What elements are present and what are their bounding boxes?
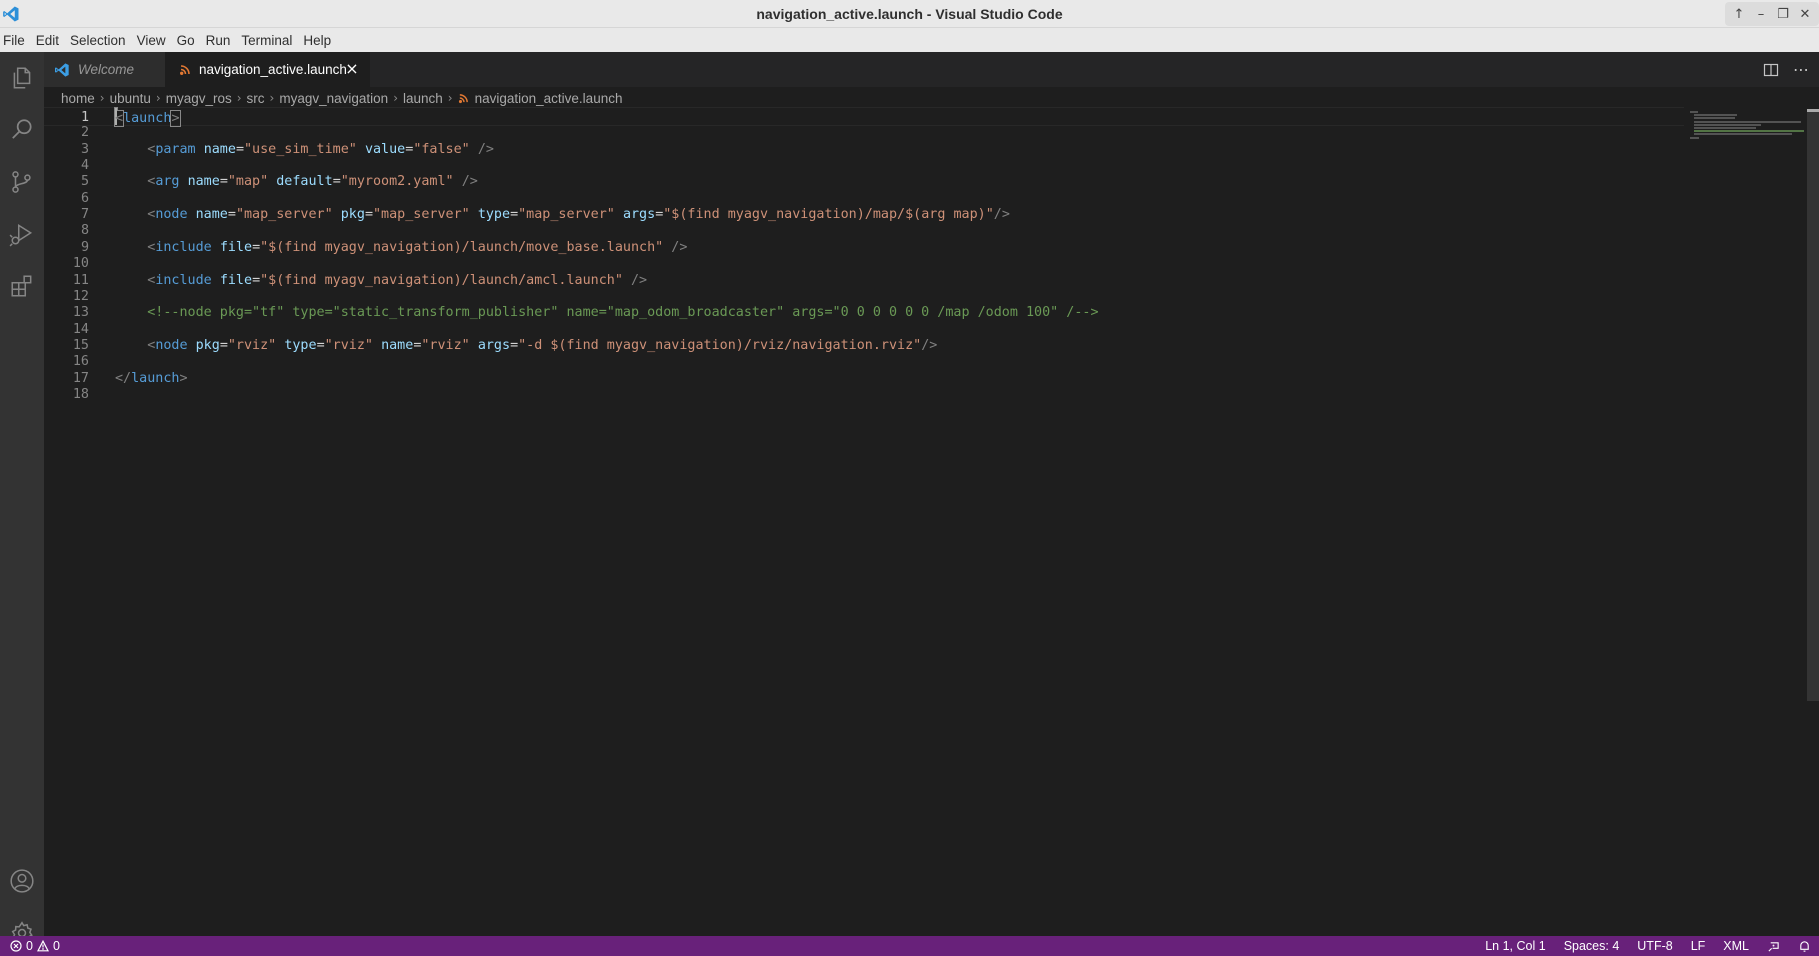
overview-ruler-cursor bbox=[1807, 109, 1819, 112]
menu-run[interactable]: Run bbox=[206, 33, 231, 48]
code-editor[interactable]: 1 <launch> 2 3 <param name="use_sim_time" v… bbox=[44, 107, 1819, 936]
problems-indicator[interactable]: 0 0 bbox=[10, 936, 60, 956]
menu-help[interactable]: Help bbox=[303, 33, 331, 48]
breadcrumb-launch[interactable]: launch bbox=[403, 91, 443, 106]
minimap-line bbox=[1690, 111, 1698, 113]
menu-terminal[interactable]: Terminal bbox=[241, 33, 292, 48]
rss-file-icon bbox=[180, 64, 190, 75]
warning-count: 0 bbox=[52, 939, 60, 953]
encoding[interactable]: UTF-8 bbox=[1637, 939, 1672, 953]
more-actions-icon[interactable]: ⋯ bbox=[1793, 60, 1809, 79]
breadcrumb-myagv-navigation[interactable]: myagv_navigation bbox=[279, 91, 388, 106]
minimap-line bbox=[1694, 114, 1738, 117]
error-count: 0 bbox=[26, 939, 33, 953]
minimize-button[interactable]: – bbox=[1751, 4, 1771, 24]
window-up-button[interactable]: ↑ bbox=[1729, 4, 1749, 24]
chevron-right-icon: › bbox=[99, 91, 105, 105]
source-control-icon bbox=[12, 171, 31, 193]
chevron-right-icon: › bbox=[447, 91, 453, 105]
title-bar: navigation_active.launch - Visual Studio… bbox=[0, 0, 1819, 28]
chevron-right-icon: › bbox=[269, 91, 275, 105]
tab-navigation-active-launch[interactable]: navigation_active.launch × bbox=[165, 52, 370, 87]
cursor-position[interactable]: Ln 1, Col 1 bbox=[1485, 939, 1545, 953]
warning-icon bbox=[36, 940, 49, 952]
menu-view[interactable]: View bbox=[137, 33, 166, 48]
line-number: 18 bbox=[72, 386, 89, 402]
minimap-line bbox=[1690, 136, 1699, 139]
menu-bar: File Edit Selection View Go Run Terminal… bbox=[0, 28, 1819, 52]
account-button[interactable] bbox=[0, 857, 44, 905]
minimap-line bbox=[1694, 117, 1736, 120]
editor-actions: ⋯ bbox=[1763, 52, 1809, 87]
vertical-scrollbar[interactable] bbox=[1807, 109, 1819, 701]
minimap-line bbox=[1694, 120, 1802, 123]
chevron-right-icon: › bbox=[393, 91, 398, 105]
feedback-icon bbox=[1768, 941, 1779, 952]
close-window-button[interactable]: ✕ bbox=[1795, 4, 1815, 24]
menu-selection[interactable]: Selection bbox=[70, 33, 126, 48]
breadcrumb-ubuntu[interactable]: ubuntu bbox=[110, 91, 151, 106]
indentation[interactable]: Spaces: 4 bbox=[1564, 939, 1620, 953]
notifications-button[interactable] bbox=[1798, 940, 1811, 953]
split-editor-icon[interactable] bbox=[1763, 62, 1779, 78]
breadcrumb-file[interactable]: navigation_active.launch bbox=[475, 91, 623, 106]
minimap[interactable] bbox=[1690, 109, 1805, 169]
minimap-line bbox=[1694, 130, 1805, 133]
editor-tabs: Welcome navigation_active.launch × ⋯ bbox=[44, 52, 1819, 87]
menu-edit[interactable]: Edit bbox=[36, 33, 59, 48]
minimap-line bbox=[1694, 133, 1793, 136]
breadcrumb-home[interactable]: home bbox=[61, 91, 95, 106]
tab-close-icon[interactable]: × bbox=[344, 61, 360, 77]
files-icon bbox=[13, 67, 31, 89]
account-icon bbox=[10, 869, 34, 893]
run-debug-button[interactable] bbox=[0, 210, 44, 258]
search-button[interactable] bbox=[0, 106, 44, 154]
status-bar: 0 0 Ln 1, Col 1 Spaces: 4 UTF-8 LF XML bbox=[0, 936, 1819, 956]
activity-bar bbox=[0, 52, 44, 945]
bell-icon bbox=[1800, 940, 1809, 952]
source-control-button[interactable] bbox=[0, 158, 44, 206]
restore-button[interactable]: ❐ bbox=[1773, 4, 1793, 24]
minimap-line bbox=[1694, 127, 1757, 129]
status-bar-right: Ln 1, Col 1 Spaces: 4 UTF-8 LF XML bbox=[1467, 936, 1811, 956]
breadcrumb: home › ubuntu › myagv_ros › src › myagv_… bbox=[44, 87, 1684, 109]
language-mode[interactable]: XML bbox=[1723, 939, 1749, 953]
tab-label: Welcome bbox=[78, 62, 135, 77]
rss-file-icon bbox=[458, 93, 468, 103]
end-of-line[interactable]: LF bbox=[1691, 939, 1706, 953]
error-icon bbox=[10, 940, 22, 952]
code-line[interactable]: 18 bbox=[44, 385, 1684, 404]
tab-label: navigation_active.launch bbox=[199, 62, 347, 77]
explorer-button[interactable] bbox=[0, 54, 44, 102]
window-title: navigation_active.launch - Visual Studio… bbox=[756, 6, 1063, 22]
extensions-button[interactable] bbox=[0, 262, 44, 310]
extensions-icon bbox=[11, 275, 32, 297]
run-debug-icon bbox=[9, 223, 33, 247]
chevron-right-icon: › bbox=[155, 91, 161, 105]
breadcrumb-src[interactable]: src bbox=[247, 91, 265, 106]
minimap-line bbox=[1694, 123, 1762, 126]
search-icon bbox=[12, 119, 32, 139]
vscode-logo-icon bbox=[55, 62, 69, 77]
menu-file[interactable]: File bbox=[3, 33, 25, 48]
tab-welcome[interactable]: Welcome bbox=[44, 52, 165, 87]
menu-go[interactable]: Go bbox=[177, 33, 195, 48]
breadcrumb-myagv-ros[interactable]: myagv_ros bbox=[166, 91, 232, 106]
feedback-button[interactable] bbox=[1767, 940, 1780, 953]
window-controls: ↑ – ❐ ✕ bbox=[1725, 2, 1819, 26]
chevron-right-icon: › bbox=[236, 91, 242, 105]
